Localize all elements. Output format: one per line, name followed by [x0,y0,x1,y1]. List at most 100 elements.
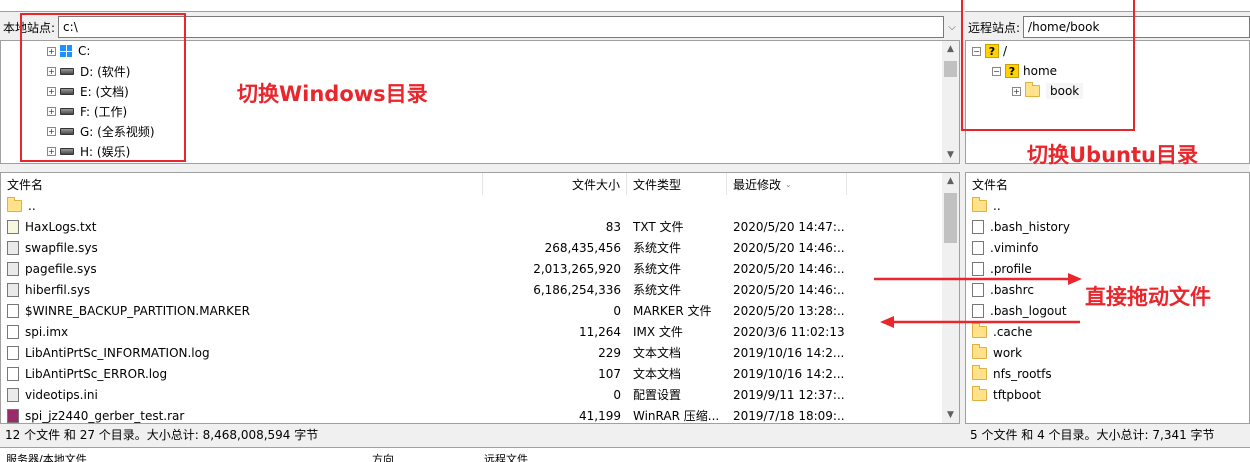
file-name: .bash_history [990,219,1070,234]
file-name-cell: videotips.ini [7,384,477,405]
file-name-cell: $WINRE_BACKUP_PARTITION.MARKER [7,300,477,321]
local-file-row[interactable]: .. [1,195,941,216]
remote-column-header-filename[interactable]: 文件名 [966,173,1249,195]
local-path-input[interactable]: c:\ [58,16,944,38]
remote-file-row[interactable]: nfs_rootfs [966,363,1249,384]
file-type: 配置设置 [633,388,682,402]
annotation-windows: 切换Windows目录 [237,82,428,106]
file-modified: 2019/10/16 14:2... [733,345,845,360]
file-name-cell: spi_jz2440_gerber_test.rar [7,405,477,423]
annotation-ubuntu: 切换Ubuntu目录 [1027,143,1198,167]
local-tree-scrollbar[interactable]: ▲ ▼ [942,41,959,163]
queue-header-direction[interactable]: 方向 [372,451,394,462]
file-name: pagefile.sys [25,261,97,276]
file-size: 107 [598,366,621,381]
drag-arrows [874,273,1082,328]
file-name: hiberfil.sys [25,282,91,297]
file-name-cell: LibAntiPrtSc_ERROR.log [7,363,477,384]
file-modified: 2019/7/18 18:09:... [733,408,845,423]
column-header-modified-label: 最近修改 [733,177,782,192]
local-file-row[interactable]: $WINRE_BACKUP_PARTITION.MARKER 0 MARKER 文件… [1,300,941,321]
scroll-down-icon[interactable]: ▼ [942,407,959,423]
scroll-down-icon[interactable]: ▼ [942,147,959,163]
local-file-row[interactable]: LibAntiPrtSc_INFORMATION.log 229 文本文档 2019/… [1,342,941,363]
remote-file-row[interactable]: .viminfo [966,237,1249,258]
local-file-row[interactable]: LibAntiPrtSc_ERROR.log 107 文本文档 2019/10/16 … [1,363,941,384]
file-name: spi.imx [25,324,69,339]
local-file-row[interactable]: videotips.ini 0 配置设置 2019/9/11 12:37:... [1,384,941,405]
file-size: 229 [598,345,621,360]
local-path-dropdown-icon[interactable]: ⌵ [944,16,960,38]
system-file-icon [7,240,19,255]
file-modified: 2020/5/20 13:28:... [733,303,845,318]
ubuntu-highlight-box [961,0,1135,131]
column-header-modified[interactable]: 最近修改 ⌄ [727,173,847,195]
file-type: IMX 文件 [633,325,683,339]
file-name: spi_jz2440_gerber_test.rar [25,408,185,423]
local-file-row[interactable]: HaxLogs.txt 83 TXT 文件 2020/5/20 14:47:... [1,216,941,237]
file-name-cell: .. [7,195,477,216]
file-modified: 2020/3/6 11:02:13 [733,324,845,339]
file-name: HaxLogs.txt [25,219,97,234]
file-type [633,195,725,216]
file-name-cell: pagefile.sys [7,258,477,279]
local-file-row[interactable]: pagefile.sys 2,013,265,920 系统文件 2020/5/20 1… [1,258,941,279]
local-file-row[interactable]: swapfile.sys 268,435,456 系统文件 2020/5/20 14:… [1,237,941,258]
file-name-cell: HaxLogs.txt [7,216,477,237]
file-name-cell: hiberfil.sys [7,279,477,300]
system-file-icon [7,261,19,276]
file-name: videotips.ini [25,387,98,402]
file-modified: 2020/5/20 14:46:... [733,240,845,255]
column-header-filesize[interactable]: 文件大小 [483,173,627,195]
scroll-up-icon[interactable]: ▲ [942,173,959,189]
file-name-cell: LibAntiPrtSc_INFORMATION.log [7,342,477,363]
file-type: TXT 文件 [633,220,684,234]
column-header-filetype[interactable]: 文件类型 [627,173,727,195]
column-header-filename[interactable]: 文件名 [1,173,483,195]
remote-file-row[interactable]: tftpboot [966,384,1249,405]
file-name-cell: .bash_history [972,216,1242,237]
file-icon [7,366,19,381]
scroll-up-icon[interactable]: ▲ [942,41,959,57]
file-name: LibAntiPrtSc_ERROR.log [25,366,168,381]
local-file-row[interactable]: hiberfil.sys 6,186,254,336 系统文件 2020/5/20 1… [1,279,941,300]
file-type: 文本文档 [633,346,682,360]
transfer-queue: 服务器/本地文件 方向 远程文件 [0,447,1250,462]
file-type: MARKER 文件 [633,304,712,318]
file-name: LibAntiPrtSc_INFORMATION.log [25,345,210,360]
queue-header-file[interactable]: 服务器/本地文件 [6,451,87,462]
file-type: WinRAR 压缩... [633,409,720,423]
arrow-right-icon [1068,273,1082,285]
file-size: 6,186,254,336 [533,282,621,297]
queue-header-remote[interactable]: 远程文件 [484,451,528,462]
folder-icon [972,196,987,212]
folder-icon [972,343,987,359]
annotation-drag: 直接拖动文件 [1085,285,1211,309]
file-size: 0 [613,303,621,318]
file-name-cell: work [972,342,1242,363]
file-modified: 2020/5/20 14:47:... [733,219,845,234]
remote-file-row[interactable]: .. [966,195,1249,216]
file-name: nfs_rootfs [993,366,1052,381]
file-modified: 2020/5/20 14:46:... [733,261,845,276]
file-size: 0 [613,387,621,402]
file-name: $WINRE_BACKUP_PARTITION.MARKER [25,303,250,318]
local-file-row[interactable]: spi_jz2440_gerber_test.rar 41,199 WinRAR 压… [1,405,941,423]
file-icon [972,219,984,234]
text-file-icon [7,219,19,234]
local-file-row[interactable]: spi.imx 11,264 IMX 文件 2020/3/6 11:02:13 [1,321,941,342]
remote-file-row[interactable]: work [966,342,1249,363]
file-type: 系统文件 [633,283,682,297]
file-type: 系统文件 [633,241,682,255]
scroll-thumb[interactable] [944,193,957,243]
remote-file-row[interactable]: .bash_history [966,216,1249,237]
file-name-cell: .viminfo [972,237,1242,258]
scroll-thumb[interactable] [944,61,957,77]
remote-status-bar: 5 个文件 和 4 个目录。大小总计: 7,341 字节 [965,423,1250,445]
folder-icon [972,364,987,380]
file-modified: 2019/9/11 12:37:... [733,387,845,402]
file-icon [7,324,19,339]
file-name-cell: nfs_rootfs [972,363,1242,384]
file-name: .. [993,198,1001,213]
file-name: .. [28,198,36,213]
